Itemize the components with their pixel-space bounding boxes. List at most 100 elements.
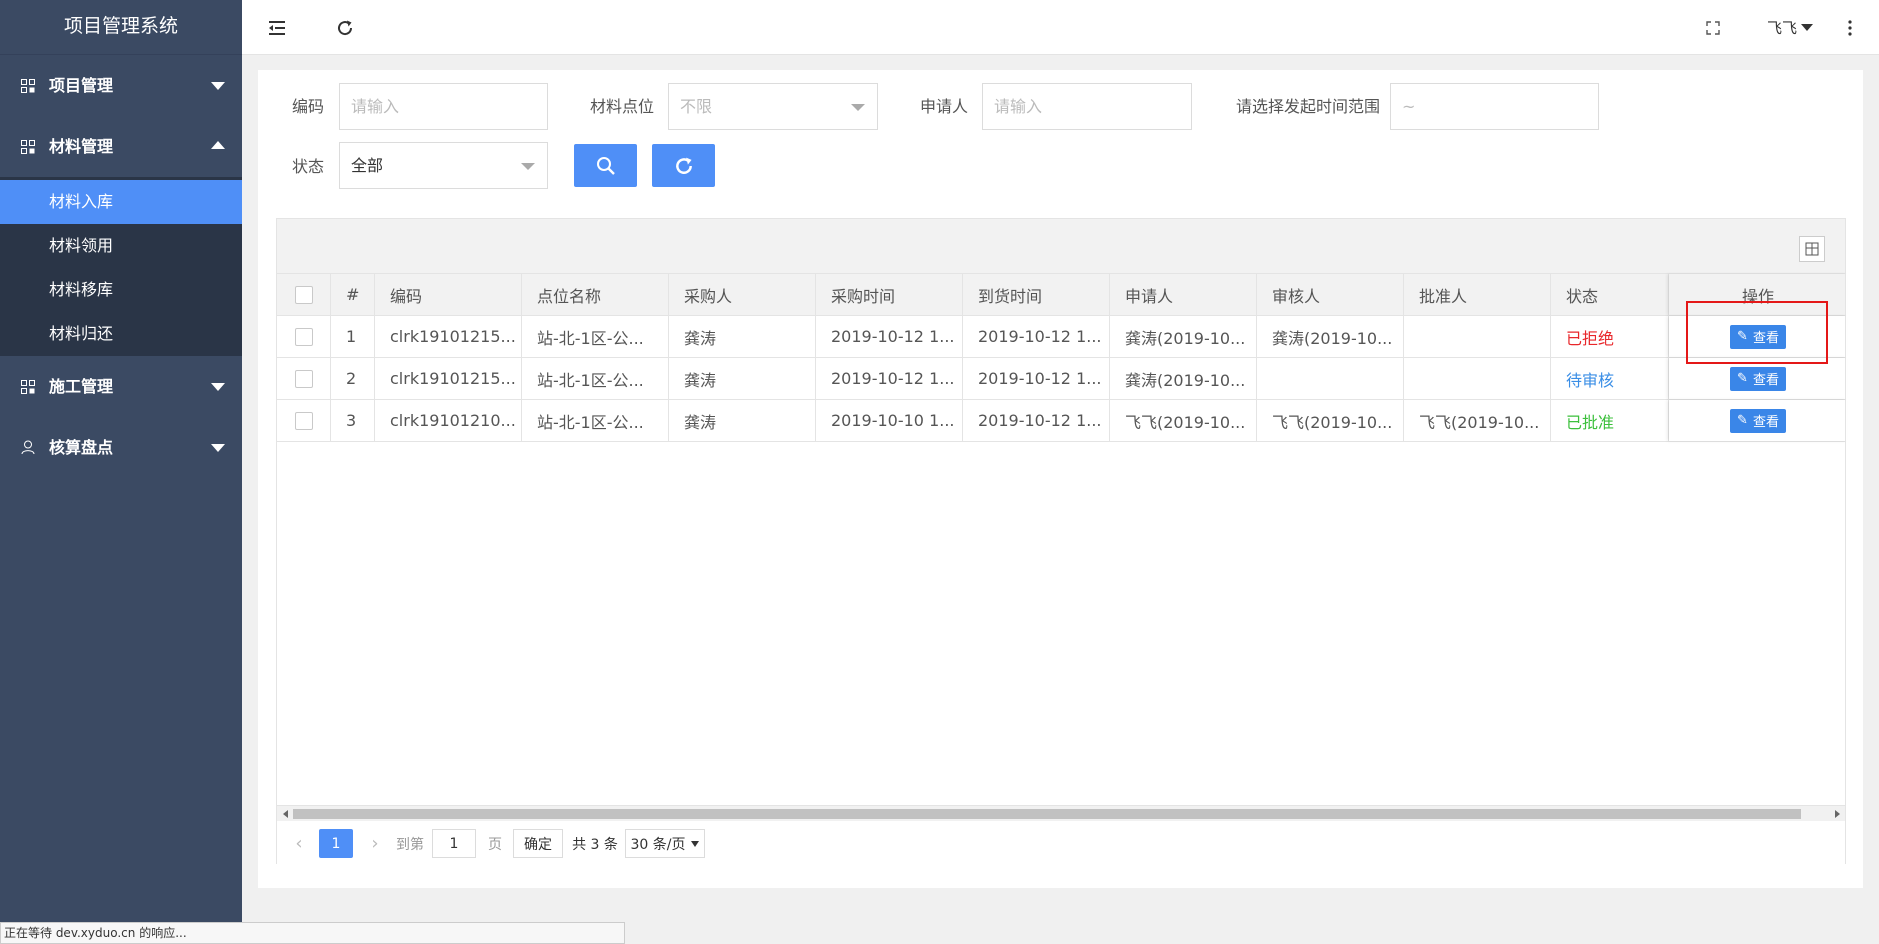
cell-reviewer [1257, 358, 1404, 399]
filter-date-range-label: 请选择发起时间范围 [1236, 97, 1381, 116]
filter-applicant-label: 申请人 [920, 97, 969, 116]
sidebar-item-material-transfer[interactable]: 材料移库 [0, 268, 242, 312]
user-menu[interactable]: 飞飞 [1760, 0, 1820, 55]
row-checkbox[interactable] [294, 327, 313, 346]
edit-icon: ✎ [1737, 371, 1748, 386]
sidebar-group-label: 材料管理 [49, 137, 114, 156]
chevron-down-icon [851, 104, 865, 111]
edit-icon: ✎ [1737, 413, 1748, 428]
page-size-value: 30 条/页 [630, 836, 686, 853]
columns-icon [1805, 242, 1819, 256]
column-header: 到货时间 [963, 274, 1110, 315]
location-select[interactable]: 不限 [668, 83, 878, 130]
horizontal-scrollbar[interactable] [277, 805, 1845, 821]
cell-arrive-time: 2019-10-12 1... [963, 358, 1110, 399]
data-table: # 编码 点位名称 采购人 采购时间 到货时间 申请人 审核人 批准人 状态 操… [276, 218, 1846, 864]
row-checkbox[interactable] [294, 411, 313, 430]
edit-icon: ✎ [1737, 329, 1748, 344]
sidebar-submenu-material: 材料入库 材料领用 材料移库 材料归还 [0, 177, 242, 356]
view-button[interactable]: ✎ 查看 [1730, 366, 1786, 391]
chevron-up-icon [211, 141, 225, 149]
sidebar-group-accounting[interactable]: 核算盘点 [0, 417, 242, 478]
cell-buyer: 龚涛 [669, 358, 816, 399]
column-header: 批准人 [1404, 274, 1551, 315]
cell-buyer: 龚涛 [669, 400, 816, 441]
cell-arrive-time: 2019-10-12 1... [963, 400, 1110, 441]
search-button[interactable] [574, 144, 637, 187]
cell-arrive-time: 2019-10-12 1... [963, 316, 1110, 357]
refresh-icon [338, 20, 353, 35]
column-filter-button[interactable] [1799, 236, 1825, 262]
sidebar-item-material-inbound[interactable]: 材料入库 [0, 180, 242, 224]
goto-page-input[interactable]: 1 [432, 829, 476, 858]
goto-confirm-button[interactable]: 确定 [513, 829, 563, 858]
goto-label: 到第 [396, 836, 424, 853]
applicant-input[interactable]: 请输入 [982, 83, 1192, 130]
refresh-button[interactable] [330, 0, 360, 55]
sidebar-group-label: 施工管理 [49, 377, 114, 396]
view-button-label: 查看 [1752, 331, 1779, 346]
user-icon [20, 417, 36, 478]
search-icon [596, 156, 615, 175]
next-page-button[interactable]: › [365, 829, 385, 858]
top-header: 飞飞 [242, 0, 1879, 55]
select-all-checkbox[interactable] [294, 285, 313, 304]
cell-action: ✎ 查看 [1669, 316, 1847, 357]
menu-toggle-button[interactable] [262, 0, 292, 55]
column-header: 采购人 [669, 274, 816, 315]
cell-index: 2 [331, 358, 375, 399]
sidebar-item-material-return[interactable]: 材料归还 [0, 312, 242, 356]
status-select[interactable]: 全部 [339, 142, 548, 189]
sidebar-group-project[interactable]: 项目管理 [0, 55, 242, 116]
fullscreen-button[interactable] [1698, 0, 1728, 55]
scroll-right-icon[interactable] [1829, 808, 1845, 820]
cell-buy-time: 2019-10-10 1... [816, 400, 963, 441]
column-header: 采购时间 [816, 274, 963, 315]
date-range-input[interactable]: ~ [1390, 83, 1599, 130]
cell-location: 站-北-1区-公... [522, 358, 669, 399]
view-button-label: 查看 [1752, 373, 1779, 388]
sidebar-item-material-use[interactable]: 材料领用 [0, 224, 242, 268]
reset-button[interactable] [652, 144, 715, 187]
cell-location: 站-北-1区-公... [522, 316, 669, 357]
chevron-down-icon [521, 163, 535, 170]
header-select-all-cell [277, 274, 331, 315]
scrollbar-thumb[interactable] [293, 809, 1801, 819]
menu-fold-icon [269, 20, 285, 35]
page-size-select[interactable]: 30 条/页 [625, 829, 705, 858]
sidebar: 项目管理系统 项目管理 材料管理 材料入库 材料领用 材料移库 材料归还 施工管… [0, 0, 242, 944]
column-header: 点位名称 [522, 274, 669, 315]
table-row: 1 clrk19101215... 站-北-1区-公... 龚涛 2019-10… [277, 316, 1845, 358]
cell-approver [1404, 316, 1551, 357]
filter-code-label: 编码 [292, 97, 325, 116]
sidebar-group-construction[interactable]: 施工管理 [0, 356, 242, 417]
cell-reviewer: 龚涛(2019-10... [1257, 316, 1404, 357]
location-select-value: 不限 [680, 97, 713, 116]
grid-icon [20, 116, 36, 177]
scroll-left-icon[interactable] [277, 808, 293, 820]
cell-applicant: 龚涛(2019-10... [1110, 358, 1257, 399]
prev-page-button[interactable]: ‹ [289, 829, 309, 858]
view-button[interactable]: ✎ 查看 [1730, 408, 1786, 433]
sidebar-group-material[interactable]: 材料管理 [0, 116, 242, 177]
column-header: 操作 [1669, 274, 1847, 315]
view-button[interactable]: ✎ 查看 [1730, 324, 1786, 349]
column-header: 申请人 [1110, 274, 1257, 315]
row-select-cell [277, 400, 331, 441]
code-input[interactable]: 请输入 [339, 83, 548, 130]
cell-code: clrk19101215... [375, 358, 522, 399]
more-menu-button[interactable] [1840, 0, 1860, 55]
chevron-down-icon [211, 82, 225, 90]
row-checkbox[interactable] [294, 369, 313, 388]
column-header: # [331, 274, 375, 315]
grid-icon [20, 55, 36, 116]
page-number-current[interactable]: 1 [319, 829, 353, 858]
filter-status-label: 状态 [292, 157, 325, 176]
cell-reviewer: 飞飞(2019-10... [1257, 400, 1404, 441]
chevron-down-icon [211, 444, 225, 452]
total-count: 共 3 条 [572, 836, 618, 853]
status-select-value: 全部 [351, 156, 384, 175]
cell-buyer: 龚涛 [669, 316, 816, 357]
refresh-icon [675, 157, 692, 174]
view-button-label: 查看 [1752, 415, 1779, 430]
